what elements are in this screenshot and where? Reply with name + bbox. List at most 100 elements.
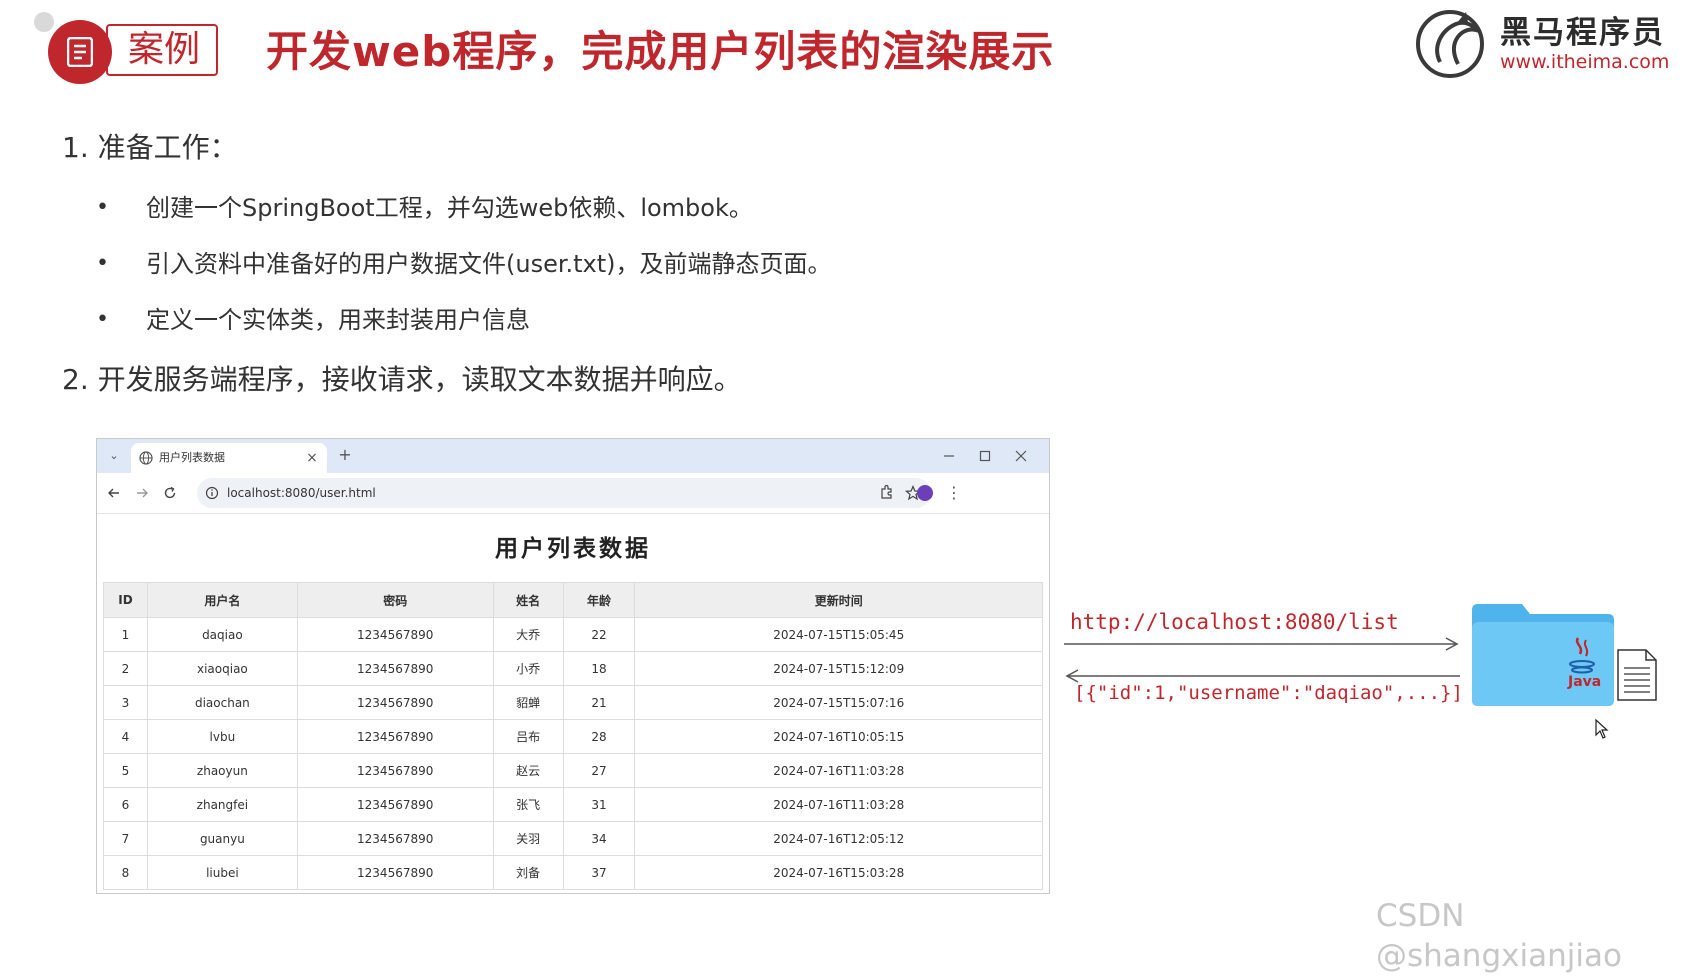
- column-header-age: 年龄: [562, 582, 636, 618]
- cell-name: 赵云: [492, 753, 564, 788]
- bullet-dot: •: [96, 307, 109, 332]
- decorative-dot: [34, 12, 54, 32]
- cell-password: 1234567890: [296, 855, 494, 890]
- table-row: 4 lvbu 1234567890 吕布 28 2024-07-16T10:05…: [103, 719, 1043, 754]
- cell-update-time: 2024-07-16T11:03:28: [634, 787, 1043, 822]
- mouse-cursor-icon: [1595, 718, 1609, 739]
- cell-age: 18: [562, 651, 636, 686]
- folder-java-label: Java: [1568, 674, 1602, 690]
- cell-id: 7: [103, 821, 148, 856]
- cell-name: 吕布: [492, 719, 564, 754]
- cell-update-time: 2024-07-16T15:03:28: [634, 855, 1043, 890]
- column-header-id: ID: [103, 582, 148, 618]
- logo-brand-name: 黑马程序员: [1500, 15, 1665, 51]
- step-2-label: 2. 开发服务端程序，接收请求，读取文本数据并响应。: [62, 363, 742, 396]
- cell-name: 貂蝉: [492, 685, 564, 720]
- cell-id: 6: [103, 787, 148, 822]
- cell-password: 1234567890: [296, 719, 494, 754]
- browser-tab[interactable]: 用户列表数据 ×: [131, 443, 327, 473]
- cell-age: 28: [562, 719, 636, 754]
- maximize-icon[interactable]: [979, 450, 991, 462]
- cell-age: 34: [562, 821, 636, 856]
- request-url: http://localhost:8080/list: [1070, 610, 1399, 634]
- cell-name: 张飞: [492, 787, 564, 822]
- browser-toolbar: localhost:8080/user.html ⋮: [97, 473, 1049, 514]
- window-close-icon[interactable]: [1015, 450, 1027, 462]
- table-row: 8 liubei 1234567890 刘备 37 2024-07-16T15:…: [103, 855, 1043, 890]
- cell-name: 小乔: [492, 651, 564, 686]
- logo-url: www.itheima.com: [1500, 51, 1670, 73]
- cell-id: 1: [103, 617, 148, 652]
- cell-name: 刘备: [492, 855, 564, 890]
- tab-title: 用户列表数据: [159, 451, 225, 464]
- column-header-update-time: 更新时间: [634, 582, 1043, 618]
- cell-username: xiaoqiao: [146, 651, 298, 686]
- cell-username: daqiao: [146, 617, 298, 652]
- cell-password: 1234567890: [296, 651, 494, 686]
- text-file-icon: [1617, 649, 1657, 701]
- cell-password: 1234567890: [296, 617, 494, 652]
- cell-update-time: 2024-07-15T15:05:45: [634, 617, 1043, 652]
- bullet-item-1: 创建一个SpringBoot工程，并勾选web依赖、lombok。: [146, 194, 753, 222]
- globe-icon: [139, 451, 153, 465]
- watermark: CSDN @shangxianjiao: [1376, 898, 1622, 974]
- table-row: 3 diaochan 1234567890 貂蝉 21 2024-07-15T1…: [103, 685, 1043, 720]
- tab-list-dropdown-icon[interactable]: ⌄: [105, 447, 123, 465]
- address-bar[interactable]: localhost:8080/user.html: [197, 478, 931, 508]
- cell-update-time: 2024-07-16T10:05:15: [634, 719, 1043, 754]
- cell-name: 关羽: [492, 821, 564, 856]
- cell-name: 大乔: [492, 617, 564, 652]
- case-badge-label: 案例: [128, 29, 201, 70]
- cell-username: zhangfei: [146, 787, 298, 822]
- site-info-icon[interactable]: [205, 486, 219, 500]
- response-json: [{"id":1,"username":"daqiao",...}]: [1074, 682, 1463, 704]
- menu-more-icon[interactable]: ⋮: [945, 484, 963, 502]
- cell-update-time: 2024-07-16T12:05:12: [634, 821, 1043, 856]
- table-header-row: ID 用户名 密码 姓名 年龄 更新时间: [103, 582, 1043, 618]
- itheima-logo-icon: [1416, 10, 1484, 78]
- cell-update-time: 2024-07-16T11:03:28: [634, 753, 1043, 788]
- tab-close-icon[interactable]: ×: [303, 449, 321, 467]
- table-row: 5 zhaoyun 1234567890 赵云 27 2024-07-16T11…: [103, 753, 1043, 788]
- user-table: ID 用户名 密码 姓名 年龄 更新时间 1 daqiao 1234567890…: [103, 582, 1043, 890]
- forward-arrow-icon[interactable]: [135, 486, 149, 500]
- profile-avatar[interactable]: [917, 485, 933, 501]
- extensions-icon[interactable]: [879, 484, 895, 500]
- column-header-password: 密码: [296, 582, 494, 618]
- cell-password: 1234567890: [296, 787, 494, 822]
- cell-update-time: 2024-07-15T15:07:16: [634, 685, 1043, 720]
- java-folder-icon: [1472, 604, 1614, 706]
- cell-username: liubei: [146, 855, 298, 890]
- back-arrow-icon[interactable]: [107, 486, 121, 500]
- request-response-arrows: [1064, 637, 1460, 683]
- cell-age: 27: [562, 753, 636, 788]
- document-icon: [67, 37, 93, 67]
- bullet-item-2: 引入资料中准备好的用户数据文件(user.txt)，及前端静态页面。: [146, 250, 832, 278]
- slide-title: 开发web程序，完成用户列表的渲染展示: [266, 27, 1055, 76]
- new-tab-button[interactable]: +: [336, 446, 354, 464]
- table-row: 2 xiaoqiao 1234567890 小乔 18 2024-07-15T1…: [103, 651, 1043, 686]
- reload-icon[interactable]: [163, 486, 177, 500]
- cell-age: 31: [562, 787, 636, 822]
- bullet-dot: •: [96, 195, 109, 220]
- cell-update-time: 2024-07-15T15:12:09: [634, 651, 1043, 686]
- url-text: localhost:8080/user.html: [227, 486, 376, 500]
- cell-username: guanyu: [146, 821, 298, 856]
- cell-id: 3: [103, 685, 148, 720]
- table-row: 7 guanyu 1234567890 关羽 34 2024-07-16T12:…: [103, 821, 1043, 856]
- cell-age: 37: [562, 855, 636, 890]
- bullet-item-3: 定义一个实体类，用来封装用户信息: [146, 306, 530, 334]
- page-heading: 用户列表数据: [495, 535, 651, 562]
- cell-id: 2: [103, 651, 148, 686]
- bullet-dot: •: [96, 251, 109, 276]
- cell-id: 4: [103, 719, 148, 754]
- step-1-label: 1. 准备工作：: [62, 131, 238, 164]
- minimize-icon[interactable]: [943, 450, 955, 462]
- cell-age: 21: [562, 685, 636, 720]
- column-header-username: 用户名: [146, 582, 298, 618]
- cell-username: diaochan: [146, 685, 298, 720]
- column-header-name: 姓名: [492, 582, 564, 618]
- cell-username: lvbu: [146, 719, 298, 754]
- cell-age: 22: [562, 617, 636, 652]
- cell-id: 8: [103, 855, 148, 890]
